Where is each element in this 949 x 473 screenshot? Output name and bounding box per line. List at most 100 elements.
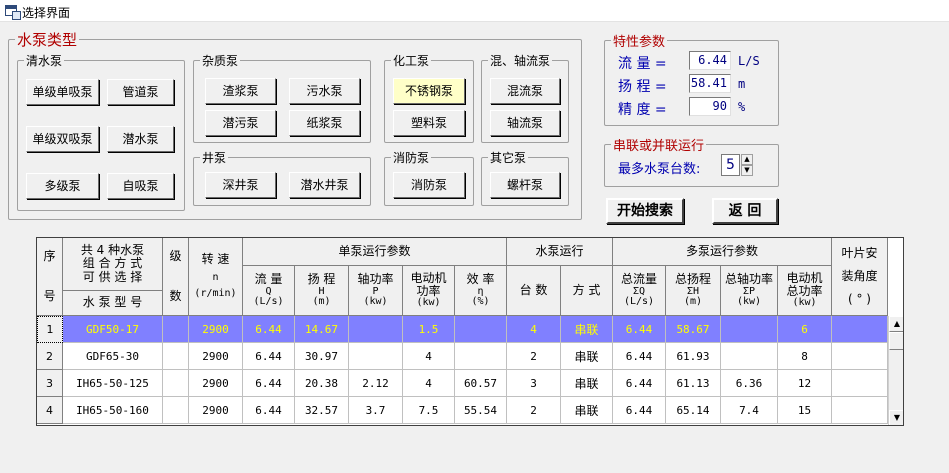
back-button[interactable]: 返 回: [712, 198, 778, 224]
slurry-pump-button[interactable]: 渣浆泵: [205, 78, 276, 104]
fire-pump-button[interactable]: 消防泵: [393, 172, 465, 198]
row-number[interactable]: 3: [37, 370, 63, 397]
cell-mode[interactable]: 串联: [561, 343, 613, 370]
max-pump-count-input[interactable]: 5: [721, 154, 740, 176]
single-stage-single-suction-button[interactable]: 单级单吸泵: [26, 79, 99, 105]
cell-count[interactable]: 2: [507, 343, 561, 370]
cell-tq[interactable]: 6.44: [613, 370, 666, 397]
screw-pump-button[interactable]: 螺杆泵: [490, 172, 560, 198]
cell-model[interactable]: GDF65-30: [63, 343, 163, 370]
mixed-flow-pump-button[interactable]: 混流泵: [490, 78, 560, 104]
cell-motor[interactable]: 4: [403, 343, 455, 370]
cell-eff[interactable]: 55.54: [455, 397, 507, 424]
cell-stage[interactable]: [163, 343, 189, 370]
cell-q[interactable]: 6.44: [243, 343, 295, 370]
cell-motor[interactable]: 7.5: [403, 397, 455, 424]
cell-h[interactable]: 30.97: [295, 343, 349, 370]
cell-motor[interactable]: 1.5: [403, 316, 455, 343]
cell-model[interactable]: IH65-50-160: [63, 397, 163, 424]
paper-pulp-pump-button[interactable]: 纸浆泵: [289, 110, 360, 136]
cell-model[interactable]: GDF50-17: [63, 316, 163, 343]
cell-tq[interactable]: 6.44: [613, 343, 666, 370]
spin-down-button[interactable]: ▼: [741, 165, 753, 176]
cell-p[interactable]: 3.7: [349, 397, 403, 424]
flow-input[interactable]: 6.44: [689, 51, 731, 70]
cell-stage[interactable]: [163, 397, 189, 424]
precision-input[interactable]: 90: [689, 97, 731, 116]
cell-tmotor[interactable]: 15: [778, 397, 832, 424]
head-input[interactable]: 58.41: [689, 74, 731, 93]
cell-mode[interactable]: 串联: [561, 316, 613, 343]
cell-blade[interactable]: [832, 370, 888, 397]
cell-speed[interactable]: 2900: [189, 316, 243, 343]
stainless-steel-pump-button[interactable]: 不锈钢泵: [393, 78, 465, 104]
cell-q[interactable]: 6.44: [243, 370, 295, 397]
cell-tp[interactable]: 7.4: [721, 397, 778, 424]
cell-mode[interactable]: 串联: [561, 370, 613, 397]
cell-tp[interactable]: [721, 343, 778, 370]
cell-count[interactable]: 4: [507, 316, 561, 343]
cell-stage[interactable]: [163, 316, 189, 343]
cell-motor[interactable]: 4: [403, 370, 455, 397]
cell-th[interactable]: 65.14: [666, 397, 721, 424]
cell-th[interactable]: 61.93: [666, 343, 721, 370]
cell-th[interactable]: 58.67: [666, 316, 721, 343]
mixed-axial-pump-group: 混、轴流泵 混流泵 轴流泵: [481, 52, 569, 143]
cell-tmotor[interactable]: 8: [778, 343, 832, 370]
cell-blade[interactable]: [832, 397, 888, 424]
cell-q[interactable]: 6.44: [243, 316, 295, 343]
cell-tmotor[interactable]: 6: [778, 316, 832, 343]
cell-count[interactable]: 2: [507, 397, 561, 424]
scroll-up-button[interactable]: ▲: [889, 316, 903, 332]
submersible-sewage-pump-button[interactable]: 潜污泵: [205, 110, 276, 136]
cell-tmotor[interactable]: 12: [778, 370, 832, 397]
cell-mode[interactable]: 串联: [561, 397, 613, 424]
scroll-down-button[interactable]: ▼: [889, 410, 903, 425]
cell-blade[interactable]: [832, 343, 888, 370]
cell-speed[interactable]: 2900: [189, 370, 243, 397]
cell-tq[interactable]: 6.44: [613, 316, 666, 343]
cell-eff[interactable]: [455, 343, 507, 370]
axial-flow-pump-button[interactable]: 轴流泵: [490, 110, 560, 136]
max-pump-count-label: 最多水泵台数:: [618, 162, 701, 177]
submersible-pump-button[interactable]: 潜水泵: [107, 126, 174, 152]
header-run-count: 台 数: [507, 266, 561, 316]
cell-p[interactable]: [349, 343, 403, 370]
result-grid: 序号 共 4 种水泵 组 合 方 式 可 供 选 择 水 泵 型 号 级数 转 …: [36, 237, 904, 426]
cell-eff[interactable]: 60.57: [455, 370, 507, 397]
grid-vertical-scrollbar[interactable]: ▲ ▼: [888, 316, 903, 425]
cell-stage[interactable]: [163, 370, 189, 397]
start-search-button[interactable]: 开始搜索: [606, 198, 684, 224]
cell-count[interactable]: 3: [507, 370, 561, 397]
cell-h[interactable]: 14.67: [295, 316, 349, 343]
cell-tp[interactable]: [721, 316, 778, 343]
scroll-thumb[interactable]: [889, 332, 903, 350]
cell-speed[interactable]: 2900: [189, 397, 243, 424]
pipeline-pump-button[interactable]: 管道泵: [107, 79, 174, 105]
plastic-pump-button[interactable]: 塑料泵: [393, 110, 465, 136]
head-unit: m: [738, 77, 746, 91]
sewage-pump-button[interactable]: 污水泵: [289, 78, 360, 104]
row-number[interactable]: 4: [37, 397, 63, 424]
cell-th[interactable]: 61.13: [666, 370, 721, 397]
deep-well-pump-button[interactable]: 深井泵: [205, 172, 276, 198]
cell-speed[interactable]: 2900: [189, 343, 243, 370]
self-priming-pump-button[interactable]: 自吸泵: [107, 173, 174, 199]
spin-up-button[interactable]: ▲: [741, 154, 753, 165]
cell-h[interactable]: 20.38: [295, 370, 349, 397]
multi-stage-pump-button[interactable]: 多级泵: [26, 173, 99, 199]
single-stage-double-suction-button[interactable]: 单级双吸泵: [26, 126, 99, 152]
cell-h[interactable]: 32.57: [295, 397, 349, 424]
cell-tp[interactable]: 6.36: [721, 370, 778, 397]
cell-model[interactable]: IH65-50-125: [63, 370, 163, 397]
cell-eff[interactable]: [455, 316, 507, 343]
cell-p[interactable]: 2.12: [349, 370, 403, 397]
cell-tq[interactable]: 6.44: [613, 397, 666, 424]
cell-q[interactable]: 6.44: [243, 397, 295, 424]
well-pump-legend: 井泵: [200, 149, 229, 166]
row-number[interactable]: 1: [37, 316, 63, 343]
submersible-well-pump-button[interactable]: 潜水井泵: [289, 172, 360, 198]
row-number[interactable]: 2: [37, 343, 63, 370]
cell-blade[interactable]: [832, 316, 888, 343]
cell-p[interactable]: [349, 316, 403, 343]
